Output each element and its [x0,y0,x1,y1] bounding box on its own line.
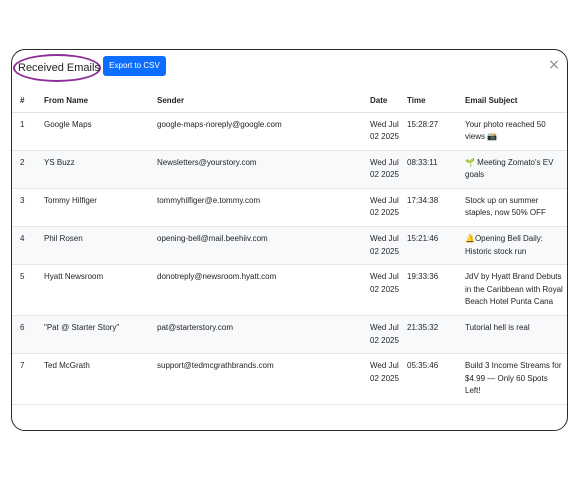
row-number: 6 [12,315,40,355]
from-name-cell: Ted McGrath [40,353,153,405]
from-name-cell: "Pat @ Starter Story" [40,315,153,355]
sender-cell: google-maps-noreply@google.com [153,112,366,151]
header-from-name[interactable]: From Name [40,90,153,113]
sender-cell: pat@starterstory.com [153,315,366,355]
sender-cell: opening-bell@mail.beehiiv.com [153,226,366,266]
time-cell: 17:34:38 [403,188,461,228]
row-number: 2 [12,150,40,189]
date-cell: Wed Jul 02 2025 [366,112,403,151]
time-cell: 19:33:36 [403,264,461,317]
table-row[interactable]: 3 Tommy Hilfiger tommyhilfiger@e.tommy.c… [12,188,567,228]
subject-cell: JdV by Hyatt Brand Debuts in the Caribbe… [461,264,567,317]
modal-header: Received Emails | Export to CSV × [12,50,567,86]
time-cell: 21:35:32 [403,315,461,355]
header-date[interactable]: Date [366,90,403,113]
time-cell: 15:28:27 [403,112,461,151]
date-cell: Wed Jul 02 2025 [366,188,403,228]
table-row[interactable]: 7 Ted McGrath support@tedmcgrathbrands.c… [12,353,567,405]
time-cell: 05:35:46 [403,353,461,405]
date-cell: Wed Jul 02 2025 [366,150,403,189]
time-cell: 15:21:46 [403,226,461,266]
header-sender[interactable]: Sender [153,90,366,113]
subject-cell: Your photo reached 50 views 📸 [461,112,567,151]
sender-cell: support@tedmcgrathbrands.com [153,353,366,405]
date-cell: Wed Jul 02 2025 [366,353,403,405]
sender-cell: Newsletters@yourstory.com [153,150,366,189]
sender-cell: donotreply@newsroom.hyatt.com [153,264,366,317]
subject-cell: 🔔Opening Bell Daily: Historic stock run [461,226,567,266]
header-time[interactable]: Time [403,90,461,113]
export-to-csv-button[interactable]: Export to CSV [103,56,166,76]
from-name-cell: Google Maps [40,112,153,151]
row-number: 7 [12,353,40,405]
header-email-subject[interactable]: Email Subject [461,90,567,113]
date-cell: Wed Jul 02 2025 [366,264,403,317]
from-name-cell: YS Buzz [40,150,153,189]
from-name-cell: Tommy Hilfiger [40,188,153,228]
table-header-row: # From Name Sender Date Time Email Subje… [12,90,567,113]
row-number: 4 [12,226,40,266]
emails-table: # From Name Sender Date Time Email Subje… [12,90,567,405]
sender-cell: tommyhilfiger@e.tommy.com [153,188,366,228]
from-name-cell: Hyatt Newsroom [40,264,153,317]
subject-cell: Tutorial hell is real [461,315,567,355]
date-cell: Wed Jul 02 2025 [366,226,403,266]
subject-cell: 🌱 Meeting Zomato's EV goals [461,150,567,189]
modal-title: Received Emails | [18,62,106,74]
subject-cell: Stock up on summer staples, now 50% OFF [461,188,567,228]
date-cell: Wed Jul 02 2025 [366,315,403,355]
subject-cell: Build 3 Income Streams for $4.99 — Only … [461,353,567,405]
table-row[interactable]: 4 Phil Rosen opening-bell@mail.beehiiv.c… [12,226,567,266]
close-icon[interactable]: × [547,58,561,72]
table-row[interactable]: 1 Google Maps google-maps-noreply@google… [12,112,567,151]
from-name-cell: Phil Rosen [40,226,153,266]
time-cell: 08:33:11 [403,150,461,189]
row-number: 1 [12,112,40,151]
title-wrap: Received Emails | [13,54,106,82]
table-row[interactable]: 6 "Pat @ Starter Story" pat@starterstory… [12,315,567,355]
header-number[interactable]: # [12,90,40,113]
received-emails-modal: Received Emails | Export to CSV × # From… [11,49,568,431]
table-row[interactable]: 5 Hyatt Newsroom donotreply@newsroom.hya… [12,264,567,317]
table-row[interactable]: 2 YS Buzz Newsletters@yourstory.com Wed … [12,150,567,189]
row-number: 5 [12,264,40,317]
row-number: 3 [12,188,40,228]
